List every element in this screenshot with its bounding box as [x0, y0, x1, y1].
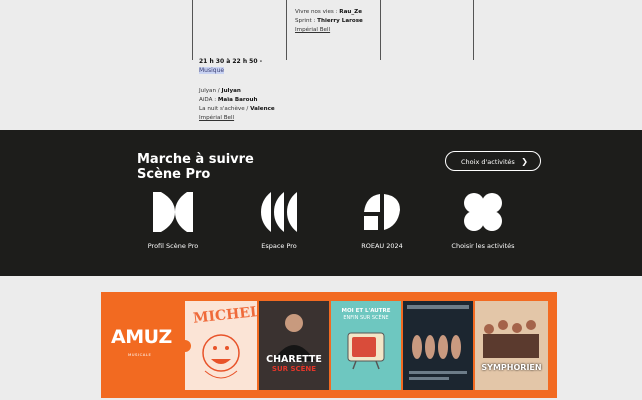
performer-photo	[259, 301, 329, 390]
procedure-item-label: Profil Scène Pro	[147, 242, 199, 250]
section-title: Marche à suivre Scène Pro	[137, 152, 254, 182]
poster-title: CHARETTE	[266, 354, 322, 365]
activities-choice-button[interactable]: Choix d'activités ❯	[445, 151, 541, 171]
roeau-icon	[364, 194, 400, 230]
activities-icon	[464, 193, 502, 231]
face-illustration	[202, 334, 240, 379]
schedule-row: Sprint : Thierry Larose	[295, 18, 363, 24]
procedure-item-activities[interactable]: Choisir les activités	[438, 190, 528, 250]
tv-illustration	[347, 332, 385, 370]
column-divider	[286, 0, 287, 60]
brand-logo: AMUZ	[111, 326, 172, 348]
procedure-item-label: Choisir les activités	[451, 242, 515, 250]
category-tag: Musique	[199, 67, 225, 74]
procedure-item-label: Espace Pro	[261, 242, 297, 250]
column-divider	[192, 0, 193, 60]
time-slot: 21 h 30 à 22 h 50 -	[199, 58, 263, 65]
poster-subtitle: SUR SCÈNE	[271, 365, 317, 373]
show-poster[interactable]	[403, 301, 473, 390]
venue-link[interactable]: Impérial Bell	[295, 26, 330, 35]
schedule-row: Vivre nos vies : Rau_Ze	[295, 9, 363, 15]
cast-photo	[403, 301, 473, 390]
profile-icon	[153, 192, 193, 232]
schedule-section: Vivre nos vies : Rau_Ze Sprint : Thierry…	[0, 0, 642, 130]
procedure-item-label: ROEAU 2024	[361, 242, 403, 250]
ticket-notch	[179, 340, 191, 352]
venue-link[interactable]: Impérial Bell	[199, 114, 234, 123]
column-divider	[380, 0, 381, 60]
show-poster[interactable]: MOI ET L'AUTRE ENFIN SUR SCÈNE	[331, 301, 401, 390]
schedule-row: Julyan / Julyan	[199, 88, 241, 94]
column-divider	[473, 0, 474, 60]
show-poster[interactable]: MICHEL!	[185, 301, 257, 390]
procedure-item-espace[interactable]: Espace Pro	[234, 190, 324, 250]
espace-icon	[261, 192, 297, 232]
show-poster[interactable]: SYMPHORIEN	[475, 301, 548, 390]
schedule-row: La nuit s'achève / Valence	[199, 106, 275, 112]
procedure-item-roeau[interactable]: ROEAU 2024	[337, 190, 427, 250]
schedule-row: AiDA : Maïa Barouh	[199, 97, 258, 103]
promo-banner[interactable]: AMUZ MUSICALE MICHEL! CHARETTE SUR SCÈNE…	[101, 292, 557, 398]
poster-title: SYMPHORIEN	[481, 363, 542, 372]
procedure-item-profile[interactable]: Profil Scène Pro	[128, 190, 218, 250]
procedure-section: Marche à suivre Scène Pro Choix d'activi…	[0, 130, 642, 276]
group-photo	[475, 301, 548, 390]
brand-subtitle: MUSICALE	[128, 352, 152, 357]
show-poster[interactable]: CHARETTE SUR SCÈNE	[259, 301, 329, 390]
chevron-right-icon: ❯	[521, 157, 528, 166]
